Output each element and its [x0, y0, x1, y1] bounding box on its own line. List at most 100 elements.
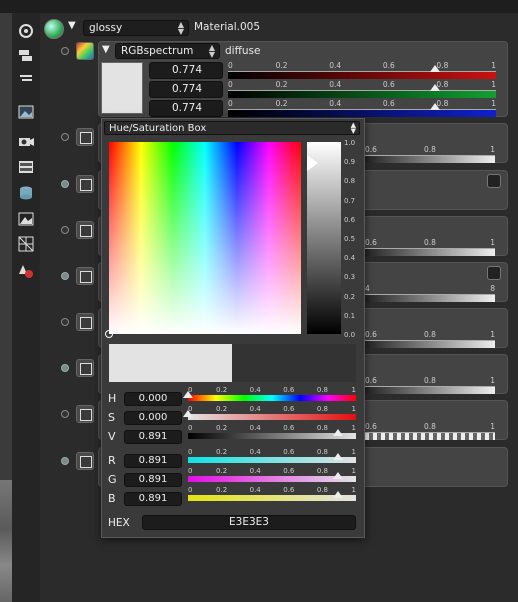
value-slider[interactable]	[307, 142, 341, 334]
texture-icon[interactable]	[76, 405, 94, 423]
list-icon[interactable]	[17, 70, 35, 88]
channel-bar[interactable]	[188, 453, 356, 463]
property-slider[interactable]: 0.6 0.8 1	[365, 238, 495, 262]
channel-bar[interactable]	[183, 410, 356, 420]
channel-bar[interactable]	[183, 391, 356, 401]
rgb-spectrum-icon[interactable]	[76, 42, 94, 60]
input-socket[interactable]	[61, 226, 69, 234]
curve-icon[interactable]	[487, 174, 501, 188]
property-slider[interactable]: 0.6 0.8 1	[365, 422, 495, 446]
tick-label: 0.6	[365, 145, 377, 154]
picker-mode-dropdown[interactable]: Hue/Saturation Box ▲ ▼	[104, 121, 360, 135]
property-bar[interactable]	[365, 155, 495, 163]
texture-icon[interactable]	[76, 313, 94, 331]
texture-icon[interactable]	[76, 128, 94, 146]
channel-value-field[interactable]: 0.774	[149, 62, 223, 79]
hex-field[interactable]: E3E3E3	[142, 515, 356, 530]
property-slider[interactable]: 0.6 0.8 1	[365, 145, 495, 169]
diffuse-label: diffuse	[225, 45, 261, 57]
channel-bar[interactable]	[188, 472, 356, 482]
graph-icon[interactable]	[76, 267, 94, 285]
property-bar[interactable]	[365, 294, 495, 302]
texture-icon[interactable]	[76, 452, 94, 470]
texture-icon[interactable]	[76, 175, 94, 193]
tick-label: 1	[351, 486, 356, 494]
property-bar[interactable]	[365, 340, 495, 348]
input-socket[interactable]	[61, 180, 69, 188]
camera-icon[interactable]	[17, 132, 35, 150]
channel-field-g[interactable]: 0.891	[124, 473, 182, 487]
channel-field-s[interactable]: 0.000	[124, 411, 182, 425]
channel-slider-g[interactable]: 0 0.2 0.4 0.6 0.8 1	[188, 467, 356, 487]
picture-icon[interactable]	[17, 210, 35, 228]
channel-bar[interactable]	[228, 84, 496, 98]
channel-bar[interactable]	[228, 103, 496, 117]
hs-cursor[interactable]	[105, 330, 113, 338]
render-settings-icon[interactable]	[17, 22, 35, 40]
diffuse-socket[interactable]	[61, 47, 69, 55]
texture-type-value: RGBspectrum	[121, 45, 194, 57]
tick-label: 0.6	[283, 486, 295, 494]
expand-arrow-icon[interactable]: ▼	[68, 20, 76, 31]
channel-slider-b[interactable]: 0 0.2 0.4 0.6 0.8 1	[188, 486, 356, 506]
property-bar[interactable]	[365, 432, 495, 440]
property-slider[interactable]: 0.6 0.8 1	[365, 330, 495, 354]
channel-field-v[interactable]: 0.891	[124, 430, 182, 444]
property-bar[interactable]	[365, 386, 495, 394]
slider-handle[interactable]	[183, 391, 193, 398]
slider-handle[interactable]	[332, 453, 343, 460]
diffuse-color-swatch[interactable]	[101, 62, 143, 114]
value-slider-handle[interactable]	[307, 154, 318, 171]
material-database-icon[interactable]	[17, 184, 35, 202]
slider-handle[interactable]	[430, 84, 441, 91]
tick-label: 0.6	[283, 405, 295, 413]
curve-icon[interactable]	[487, 266, 501, 280]
channel-field-b[interactable]: 0.891	[124, 492, 182, 506]
channel-field-r[interactable]: 0.891	[124, 454, 182, 468]
property-bar[interactable]	[365, 248, 495, 256]
input-socket[interactable]	[61, 272, 69, 280]
input-socket[interactable]	[61, 133, 69, 141]
channel-value-field[interactable]: 0.774	[149, 81, 223, 98]
collapse-arrow-icon[interactable]: ▼	[102, 44, 110, 55]
texture-icon[interactable]	[76, 221, 94, 239]
layers-icon[interactable]	[17, 47, 35, 65]
input-socket[interactable]	[61, 364, 69, 372]
texture-icon[interactable]	[76, 359, 94, 377]
channel-slider-s[interactable]: 0 0.2 0.4 0.6 0.8 1	[183, 405, 356, 425]
material-icon[interactable]	[17, 262, 35, 280]
texture-type-dropdown[interactable]: RGBspectrum ▲ ▼	[115, 43, 220, 59]
tick-label: 1	[490, 330, 495, 339]
tick-label: 0.4	[329, 99, 342, 108]
slider-handle[interactable]	[430, 65, 441, 72]
channel-slider-v[interactable]: 0 0.2 0.4 0.6 0.8 1	[188, 424, 356, 444]
channel-field-h[interactable]: 0.000	[124, 392, 182, 406]
channel-bar[interactable]	[188, 429, 356, 439]
texture-grid-icon[interactable]	[17, 235, 35, 253]
channel-bar[interactable]	[188, 491, 356, 501]
input-socket[interactable]	[61, 410, 69, 418]
slider-handle[interactable]	[332, 472, 343, 479]
property-slider[interactable]: 0.6 0.8 1	[365, 376, 495, 400]
channel-scale: 0 0.2 0.4 0.6 0.8 1	[188, 448, 356, 456]
property-slider[interactable]: 48	[365, 284, 495, 308]
channel-bar[interactable]	[228, 65, 496, 79]
slider-handle[interactable]	[430, 103, 441, 110]
input-socket[interactable]	[61, 457, 69, 465]
slider-handle[interactable]	[332, 491, 343, 498]
image-icon[interactable]	[17, 103, 35, 121]
material-type-dropdown[interactable]: glossy ▲ ▼	[83, 20, 189, 36]
tick-label: 0.4	[329, 61, 342, 70]
slider-handle[interactable]	[183, 410, 193, 417]
input-socket[interactable]	[61, 318, 69, 326]
channel-slider-h[interactable]: 0 0.2 0.4 0.6 0.8 1	[183, 386, 356, 406]
material-sphere-icon[interactable]	[44, 19, 64, 39]
hue-saturation-box[interactable]	[105, 142, 301, 338]
channel-scale: 0 0.2 0.4 0.6 0.8 1	[228, 80, 496, 90]
icon-glyph	[80, 179, 92, 191]
slider-handle[interactable]	[332, 429, 343, 436]
old-color-swatch[interactable]	[232, 344, 356, 382]
channel-value-field[interactable]: 0.774	[149, 100, 223, 117]
film-icon[interactable]	[17, 158, 35, 176]
channel-slider-r[interactable]: 0 0.2 0.4 0.6 0.8 1	[188, 448, 356, 468]
